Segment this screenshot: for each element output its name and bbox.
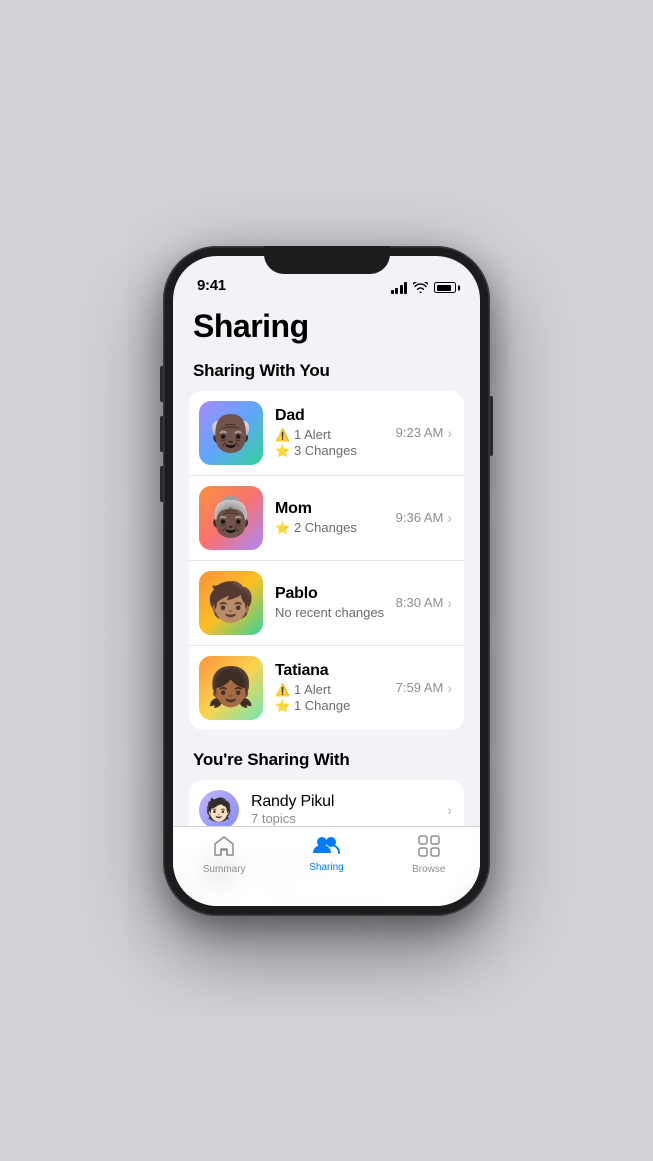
dad-chevron: › — [447, 425, 452, 441]
simple-info-randy: Randy Pikul 7 topics — [251, 793, 447, 826]
contact-name-mom: Mom — [275, 500, 396, 518]
status-time: 9:41 — [197, 277, 226, 294]
summary-icon — [212, 835, 236, 861]
contact-row-tatiana[interactable]: 👧🏾 Tatiana ⚠️ 1 Alert ⭐ 1 Change — [189, 646, 464, 730]
pablo-row-right: 8:30 AM › — [396, 595, 452, 611]
simple-sub-randy: 7 topics — [251, 811, 447, 826]
pablo-alert-1: No recent changes — [275, 605, 396, 620]
tab-summary[interactable]: Summary — [173, 835, 275, 875]
section-sharing-with-you: Sharing With You — [173, 361, 480, 391]
star-icon-tatiana: ⭐ — [275, 699, 290, 713]
sharing-icon — [312, 835, 340, 859]
star-icon-mom: ⭐ — [275, 521, 290, 535]
tab-summary-label: Summary — [203, 864, 246, 875]
contact-info-dad: Dad ⚠️ 1 Alert ⭐ 3 Changes — [275, 407, 396, 458]
tatiana-row-right: 7:59 AM › — [396, 680, 452, 696]
tatiana-time: 7:59 AM — [396, 680, 444, 695]
simple-name-randy: Randy Pikul — [251, 793, 447, 811]
contact-info-mom: Mom ⭐ 2 Changes — [275, 500, 396, 535]
contact-name-pablo: Pablo — [275, 585, 396, 603]
dad-alert-1: ⚠️ 1 Alert — [275, 427, 396, 442]
tab-browse-label: Browse — [412, 864, 445, 875]
avatar-mom: 👵🏿 — [199, 486, 263, 550]
mom-chevron: › — [447, 510, 452, 526]
status-icons — [391, 282, 457, 294]
sharing-with-you-list: 👴🏿 Dad ⚠️ 1 Alert ⭐ 3 Changes — [189, 391, 464, 730]
browse-icon — [418, 835, 440, 861]
phone-frame: 9:41 Sharing Sharing With You — [163, 246, 490, 916]
wifi-icon — [413, 282, 428, 293]
content-area[interactable]: Sharing Sharing With You 👴🏿 Dad ⚠️ 1 Ale — [173, 300, 480, 906]
tatiana-alert-2: ⭐ 1 Change — [275, 698, 396, 713]
mom-row-right: 9:36 AM › — [396, 510, 452, 526]
contact-name-dad: Dad — [275, 407, 396, 425]
page-title: Sharing — [173, 300, 480, 361]
tatiana-alert-1: ⚠️ 1 Alert — [275, 682, 396, 697]
pablo-time: 8:30 AM — [396, 595, 444, 610]
signal-icon — [391, 282, 408, 294]
star-icon-dad: ⭐ — [275, 444, 290, 458]
avatar-tatiana: 👧🏾 — [199, 656, 263, 720]
dad-alert-2: ⭐ 3 Changes — [275, 443, 396, 458]
contact-row-mom[interactable]: 👵🏿 Mom ⭐ 2 Changes 9:36 AM › — [189, 476, 464, 561]
contact-alerts-pablo: No recent changes — [275, 605, 396, 620]
warning-icon-tatiana: ⚠️ — [275, 683, 290, 697]
dad-time: 9:23 AM — [396, 425, 444, 440]
pablo-chevron: › — [447, 595, 452, 611]
phone-screen: 9:41 Sharing Sharing With You — [173, 256, 480, 906]
contact-row-pablo[interactable]: 🧒🏽 Pablo No recent changes 8:30 AM › — [189, 561, 464, 646]
tatiana-chevron: › — [447, 680, 452, 696]
randy-chevron: › — [447, 802, 452, 818]
warning-icon-dad: ⚠️ — [275, 428, 290, 442]
contact-alerts-dad: ⚠️ 1 Alert ⭐ 3 Changes — [275, 427, 396, 458]
mom-time: 9:36 AM — [396, 510, 444, 525]
tab-sharing-label: Sharing — [309, 862, 343, 873]
contact-alerts-tatiana: ⚠️ 1 Alert ⭐ 1 Change — [275, 682, 396, 713]
contact-row-dad[interactable]: 👴🏿 Dad ⚠️ 1 Alert ⭐ 3 Changes — [189, 391, 464, 476]
contact-alerts-mom: ⭐ 2 Changes — [275, 520, 396, 535]
section-youre-sharing-with: You're Sharing With — [173, 750, 480, 780]
avatar-randy: 🧑🏻 — [199, 790, 239, 830]
tab-browse[interactable]: Browse — [378, 835, 480, 875]
mom-alert-1: ⭐ 2 Changes — [275, 520, 396, 535]
dad-row-right: 9:23 AM › — [396, 425, 452, 441]
battery-icon — [434, 282, 456, 293]
notch — [264, 246, 390, 274]
contact-info-pablo: Pablo No recent changes — [275, 585, 396, 620]
tab-sharing[interactable]: Sharing — [275, 835, 377, 873]
tab-bar: Summary Sharing — [173, 826, 480, 906]
avatar-dad: 👴🏿 — [199, 401, 263, 465]
avatar-pablo: 🧒🏽 — [199, 571, 263, 635]
contact-name-tatiana: Tatiana — [275, 662, 396, 680]
contact-info-tatiana: Tatiana ⚠️ 1 Alert ⭐ 1 Change — [275, 662, 396, 713]
